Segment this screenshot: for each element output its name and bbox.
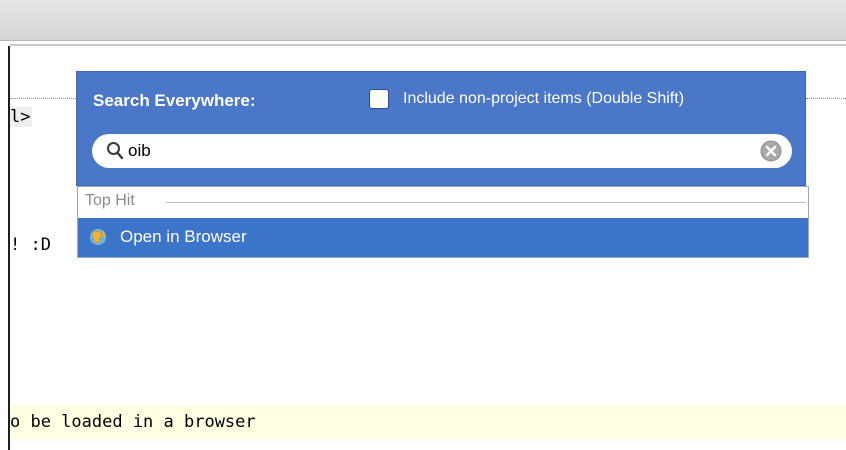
popup-title: Search Everywhere:	[93, 91, 256, 110]
include-non-project-checkbox[interactable]	[369, 89, 389, 109]
result-item-open-in-browser[interactable]: Open in Browser	[78, 218, 808, 257]
search-results-list: Top Hit Open in Browser	[77, 186, 809, 258]
results-group-header: Top Hit	[78, 187, 808, 217]
right-margin-guide-right	[806, 98, 846, 99]
result-label: Open in Browser	[120, 227, 247, 246]
browser-icon	[89, 228, 107, 246]
toolbar	[0, 0, 846, 41]
html-close-tag: l>	[10, 107, 33, 127]
editor-code-line[interactable]: ! :D	[10, 234, 51, 256]
search-input[interactable]	[128, 139, 748, 163]
right-margin-guide-left	[10, 98, 76, 99]
toolbar-divider	[10, 44, 846, 46]
clear-search-icon[interactable]	[760, 140, 782, 162]
editor-code-line[interactable]: l>	[10, 106, 33, 128]
include-non-project-toggle[interactable]: Include non-project items (Double Shift)	[369, 89, 684, 109]
include-non-project-label[interactable]: Include non-project items (Double Shift)	[403, 90, 684, 108]
group-label-top-hit: Top Hit	[85, 192, 135, 209]
ide-window: l> ! :D o be loaded in a browser Search …	[0, 0, 846, 450]
editor-code-line[interactable]: o be loaded in a browser	[10, 411, 256, 433]
search-field[interactable]	[92, 134, 792, 168]
group-divider	[166, 202, 806, 203]
search-icon	[107, 142, 124, 160]
search-everywhere-popup: Search Everywhere: Include non-project i…	[76, 71, 806, 186]
